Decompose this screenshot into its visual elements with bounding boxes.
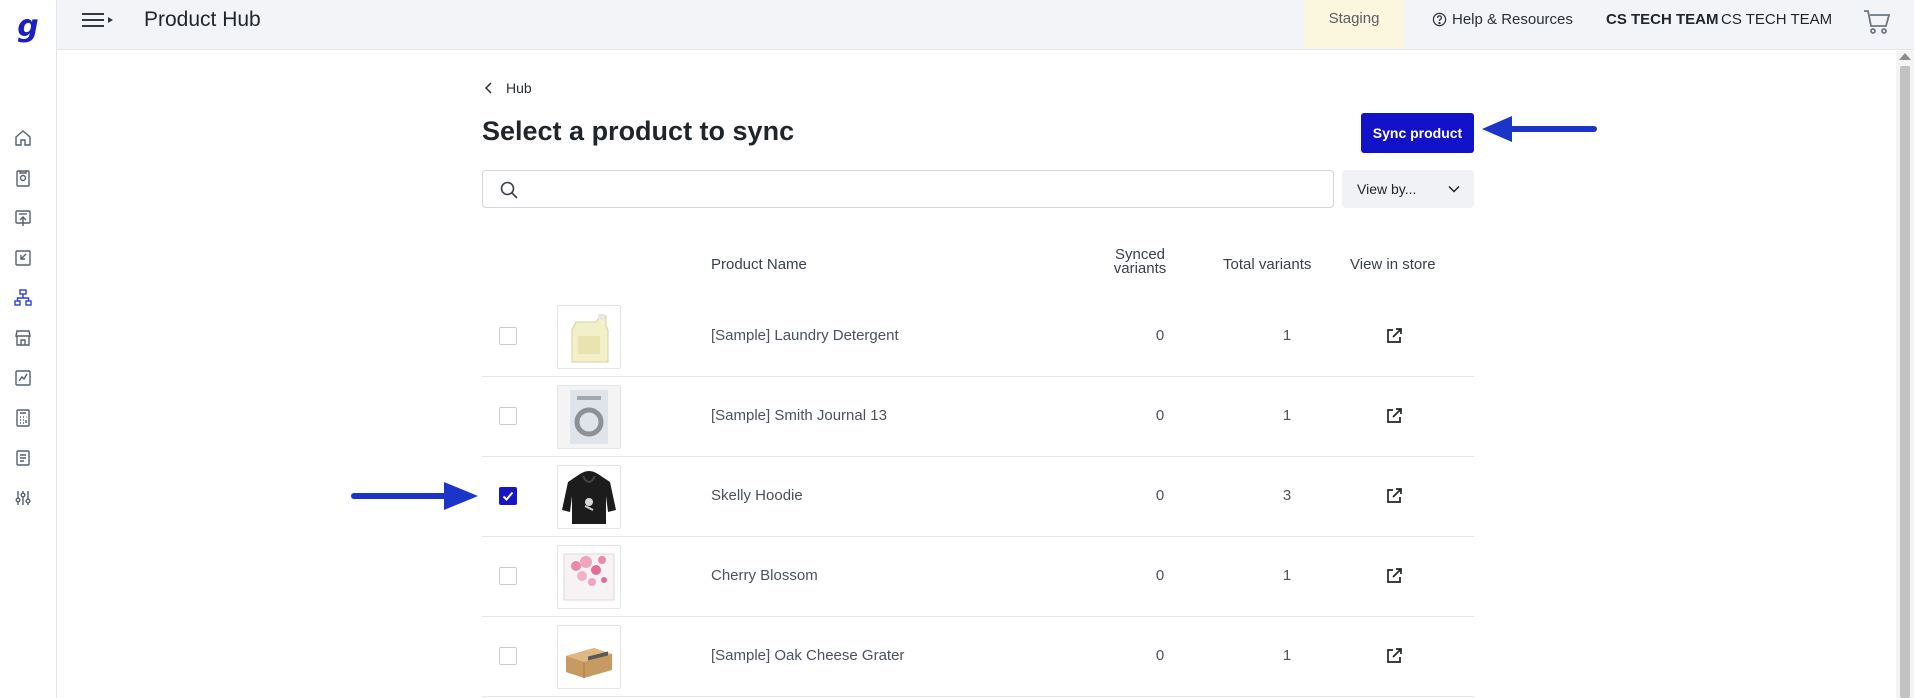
annotation-arrow-checkbox-icon <box>351 482 478 510</box>
receipt-icon[interactable] <box>13 448 33 468</box>
external-link-icon[interactable] <box>1384 646 1404 666</box>
detergent-jug-icon <box>558 306 620 368</box>
synced-count: 0 <box>1155 567 1165 584</box>
help-resources-link[interactable]: Help & Resources <box>1432 11 1573 28</box>
table-row: [Sample] Laundry Detergent 0 1 <box>482 297 1474 377</box>
help-label: Help & Resources <box>1452 11 1573 28</box>
header-synced-variants: Synced variants <box>1100 247 1180 277</box>
black-hoodie-icon <box>558 466 620 528</box>
table-row: [Sample] Smith Journal 13 0 1 <box>482 377 1474 457</box>
external-link-icon[interactable] <box>1384 326 1404 346</box>
checkmark-icon <box>502 491 514 501</box>
synced-count: 0 <box>1155 647 1165 664</box>
total-count: 1 <box>1282 407 1292 424</box>
upload-document-icon[interactable] <box>13 208 33 228</box>
product-name: Cherry Blossom <box>711 567 818 584</box>
product-name: [Sample] Smith Journal 13 <box>711 407 887 424</box>
product-thumbnail <box>557 545 621 609</box>
row-checkbox-checked[interactable] <box>499 487 517 505</box>
product-name: Skelly Hoodie <box>711 487 803 504</box>
cheese-grater-icon <box>558 626 620 688</box>
clipboard-icon[interactable] <box>13 168 33 188</box>
analytics-icon[interactable] <box>13 368 33 388</box>
synced-count: 0 <box>1155 327 1165 344</box>
search-input[interactable] <box>529 175 1319 203</box>
product-thumbnail <box>557 465 621 529</box>
page-title: Select a product to sync <box>482 116 795 146</box>
product-thumbnail <box>557 625 621 689</box>
product-thumbnail <box>557 305 621 369</box>
view-by-dropdown[interactable]: View by... <box>1342 170 1474 208</box>
external-link-icon[interactable] <box>1384 406 1404 426</box>
view-by-label: View by... <box>1357 181 1417 197</box>
header-product-name: Product Name <box>711 256 807 273</box>
table-row: Skelly Hoodie 0 3 <box>482 457 1474 537</box>
synced-count: 0 <box>1155 487 1165 504</box>
external-link-icon[interactable] <box>1384 486 1404 506</box>
product-name: [Sample] Laundry Detergent <box>711 327 899 344</box>
menu-toggle-icon[interactable] <box>82 10 116 30</box>
row-checkbox[interactable] <box>499 407 517 425</box>
app-logo[interactable]: g <box>12 10 44 44</box>
header-total-variants: Total variants <box>1223 256 1312 273</box>
cart-icon[interactable] <box>1862 8 1892 36</box>
journal-cover-icon <box>558 386 620 448</box>
row-checkbox[interactable] <box>499 647 517 665</box>
settings-sliders-icon[interactable] <box>13 488 33 508</box>
row-checkbox[interactable] <box>499 327 517 345</box>
total-count: 1 <box>1282 327 1292 344</box>
scroll-up-arrow-icon[interactable] <box>1899 53 1911 60</box>
table-row: [Sample] Oak Cheese Grater 0 1 <box>482 617 1474 697</box>
help-circle-icon <box>1432 12 1447 27</box>
external-link-icon[interactable] <box>1384 566 1404 586</box>
product-name: [Sample] Oak Cheese Grater <box>711 647 905 664</box>
row-checkbox[interactable] <box>499 567 517 585</box>
total-count: 1 <box>1282 647 1292 664</box>
chevron-down-icon <box>1448 185 1460 193</box>
table-row: Cherry Blossom 0 1 <box>482 537 1474 617</box>
calculator-icon[interactable] <box>13 408 33 428</box>
environment-badge: Staging <box>1304 0 1404 48</box>
home-icon[interactable] <box>13 128 33 148</box>
total-count: 3 <box>1282 487 1292 504</box>
chevron-left-icon <box>484 82 492 94</box>
breadcrumb-hub[interactable]: Hub <box>506 80 532 96</box>
download-document-icon[interactable] <box>13 248 33 268</box>
sync-hierarchy-icon[interactable] <box>13 288 33 308</box>
team-name[interactable]: CS TECH TEAM <box>1721 11 1832 28</box>
synced-count: 0 <box>1155 407 1165 424</box>
search-icon <box>500 181 518 199</box>
sync-product-button[interactable]: Sync product <box>1361 113 1474 153</box>
app-title: Product Hub <box>144 8 261 31</box>
store-icon[interactable] <box>13 328 33 348</box>
cherry-blossom-canvas-icon <box>558 546 620 608</box>
header-synced-line2: variants <box>1113 260 1167 277</box>
annotation-arrow-sync-icon <box>1482 116 1597 142</box>
header-view-in-store: View in store <box>1350 256 1436 273</box>
scrollbar-thumb[interactable] <box>1900 66 1910 698</box>
product-thumbnail <box>557 385 621 449</box>
total-count: 1 <box>1282 567 1292 584</box>
search-box[interactable] <box>482 170 1334 208</box>
left-rail: g <box>0 0 57 698</box>
team-name-bold[interactable]: CS TECH TEAM <box>1606 11 1719 28</box>
breadcrumb[interactable]: Hub <box>482 80 532 96</box>
